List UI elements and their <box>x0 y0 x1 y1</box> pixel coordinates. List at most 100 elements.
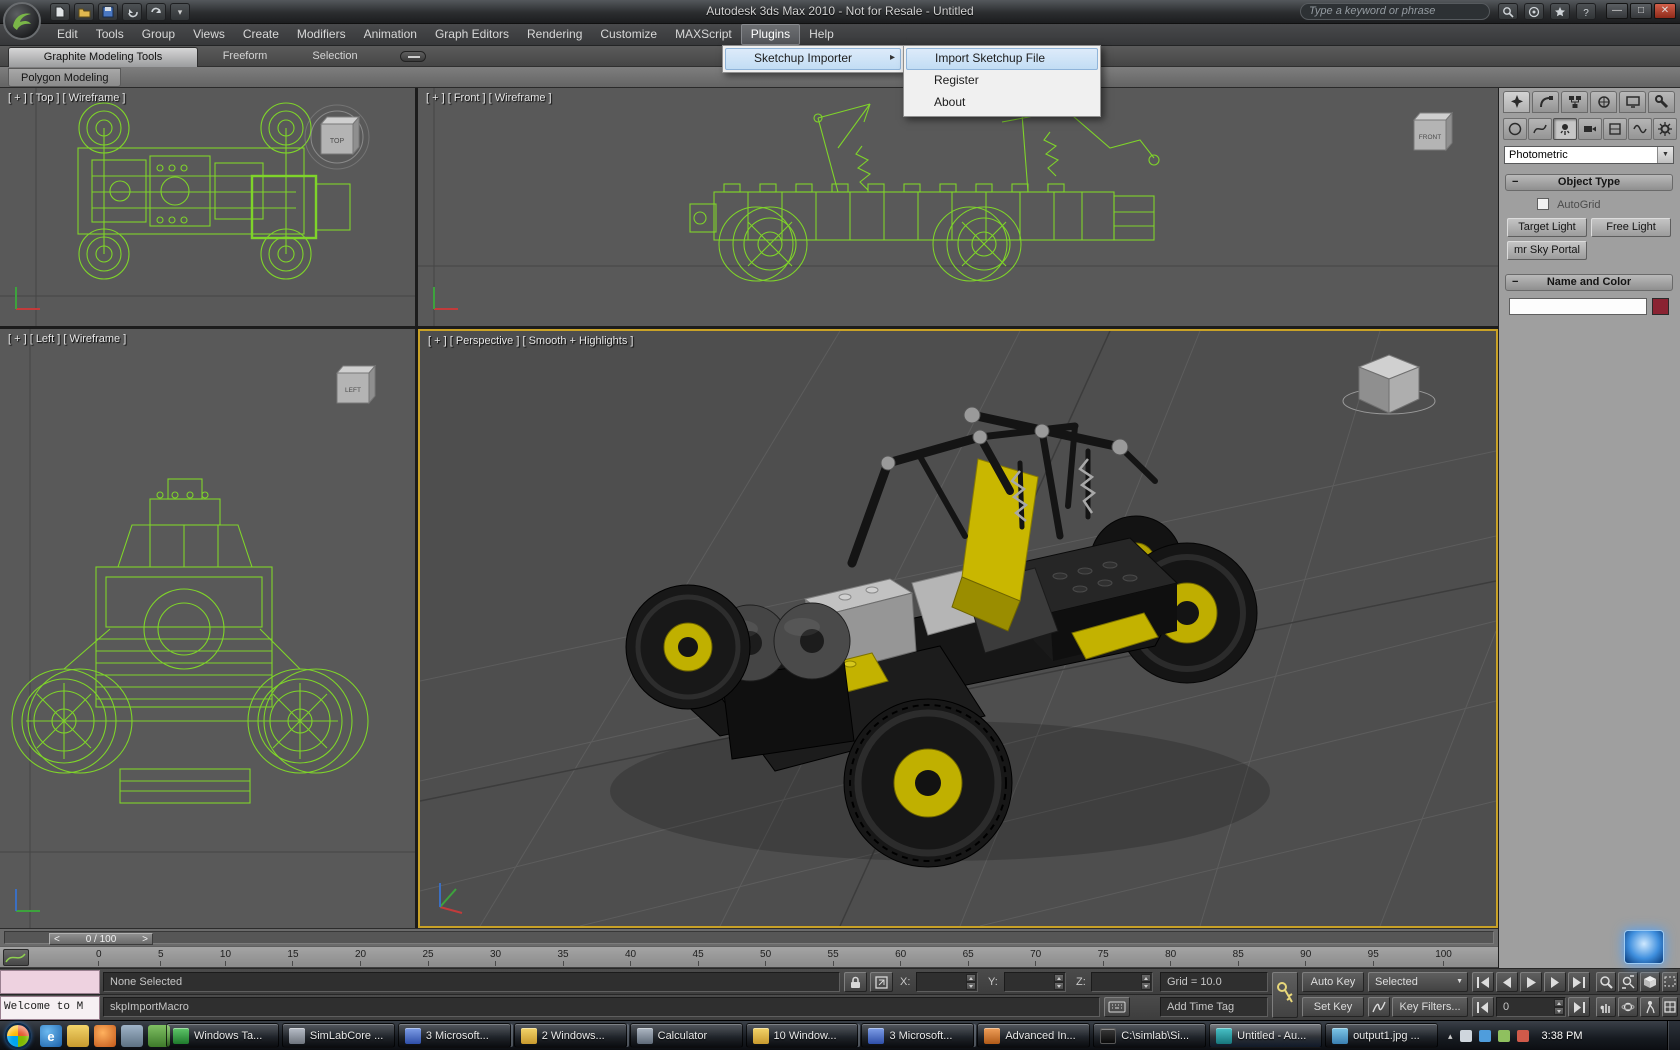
ribbon-tab-freeform[interactable]: Freeform <box>202 47 288 67</box>
taskbar-button-microsoft-group1[interactable]: 3 Microsoft... <box>398 1023 511 1048</box>
menu-item-customize[interactable]: Customize <box>591 24 666 45</box>
checkbox-icon[interactable] <box>1537 198 1549 210</box>
previous-key-button[interactable] <box>1472 997 1494 1017</box>
taskbar-button-taskmgr[interactable]: Windows Ta... <box>166 1023 279 1048</box>
tray-expand-icon[interactable]: ▴ <box>1448 1031 1453 1042</box>
helpers-icon[interactable] <box>1603 118 1627 140</box>
email-icon[interactable] <box>121 1025 143 1047</box>
viewcube-front[interactable]: FRONT <box>1400 104 1464 169</box>
pan-hand-icon[interactable] <box>1596 997 1616 1017</box>
start-button[interactable] <box>5 1023 31 1049</box>
time-slider-track[interactable]: < 0 / 100 > <box>4 931 1494 944</box>
menu-item-maxscript[interactable]: MAXScript <box>666 24 741 45</box>
orbit-icon[interactable] <box>1618 997 1638 1017</box>
shapes-icon[interactable] <box>1528 118 1552 140</box>
default-tangent-icon[interactable] <box>1368 997 1390 1017</box>
cameras-icon[interactable] <box>1578 118 1602 140</box>
z-coordinate-input[interactable] <box>1091 972 1153 992</box>
search-icon[interactable] <box>1498 3 1518 20</box>
go-to-end-button[interactable] <box>1568 972 1590 992</box>
systems-icon[interactable] <box>1653 118 1677 140</box>
play-animation-button[interactable] <box>1520 972 1542 992</box>
light-type-dropdown[interactable]: Photometric ▼ <box>1504 146 1674 164</box>
modify-tab-icon[interactable] <box>1532 91 1559 113</box>
selection-lock-icon[interactable] <box>844 972 867 992</box>
viewcube-top[interactable]: TOP <box>299 102 375 177</box>
taskbar-button-image-viewer[interactable]: output1.jpg ... <box>1325 1023 1438 1048</box>
autogrid-checkbox[interactable]: AutoGrid <box>1537 198 1600 211</box>
tray-app-icon[interactable] <box>1460 1030 1472 1042</box>
rollout-name-and-color[interactable]: − Name and Color <box>1505 274 1673 291</box>
ribbon-panel-polygon-modeling[interactable]: Polygon Modeling <box>8 68 121 87</box>
key-filters-button[interactable]: Key Filters... <box>1392 997 1468 1017</box>
maxscript-mini-listener[interactable]: Welcome to M <box>0 996 100 1020</box>
key-mode-toggle-icon[interactable] <box>1272 972 1298 1018</box>
taskbar-button-3dsmax[interactable]: Untitled - Au... <box>1209 1023 1322 1048</box>
zoom-icon[interactable] <box>1596 972 1616 992</box>
viewport-left-label[interactable]: [ + ] [ Left ] [ Wireframe ] <box>8 333 126 345</box>
spinner-up-icon[interactable] <box>1141 974 1151 982</box>
viewport-top-label[interactable]: [ + ] [ Top ] [ Wireframe ] <box>8 92 125 104</box>
ribbon-minimize-button[interactable] <box>400 51 426 62</box>
taskbar-button-microsoft-group2[interactable]: 3 Microsoft... <box>861 1023 974 1048</box>
key-mode-dropdown[interactable]: Selected ▼ <box>1368 972 1468 992</box>
auto-key-button[interactable]: Auto Key <box>1302 972 1364 992</box>
track-bar[interactable]: 0510 152025 303540 455055 606570 758085 … <box>0 946 1498 968</box>
absolute-mode-icon[interactable] <box>870 972 893 992</box>
current-frame-input[interactable]: 0 <box>1496 997 1566 1017</box>
close-button[interactable]: ✕ <box>1654 3 1676 19</box>
taskbar-button-cmd[interactable]: C:\simlab\Si... <box>1093 1023 1206 1048</box>
viewport-front-label[interactable]: [ + ] [ Front ] [ Wireframe ] <box>426 92 552 104</box>
viewcube-perspective[interactable] <box>1334 341 1444 436</box>
viewport-perspective-label[interactable]: [ + ] [ Perspective ] [ Smooth + Highlig… <box>428 335 633 347</box>
next-key-button[interactable] <box>1568 997 1590 1017</box>
taskbar-button-simlab[interactable]: SimLabCore ... <box>282 1023 395 1048</box>
volume-icon[interactable] <box>1498 1030 1510 1042</box>
taskbar-clock[interactable]: 3:38 PM <box>1536 1030 1583 1042</box>
menu-item-help[interactable]: Help <box>800 24 843 45</box>
spinner-down-icon[interactable] <box>1054 982 1064 990</box>
rollout-object-type[interactable]: − Object Type <box>1505 174 1673 191</box>
zoom-region-icon[interactable] <box>1662 972 1678 992</box>
maximize-button[interactable]: □ <box>1630 3 1652 19</box>
previous-frame-button[interactable] <box>1496 972 1518 992</box>
spinner-up-icon[interactable] <box>1554 999 1564 1007</box>
taskbar-button-windows-group2[interactable]: 10 Window... <box>746 1023 859 1048</box>
spinner-down-icon[interactable] <box>1554 1007 1564 1015</box>
space-warps-icon[interactable] <box>1628 118 1652 140</box>
menu-item-edit[interactable]: Edit <box>48 24 87 45</box>
chevron-down-icon[interactable]: ▼ <box>1657 147 1673 163</box>
free-light-button[interactable]: Free Light <box>1591 218 1671 237</box>
prev-frame-arrow[interactable]: < <box>54 934 60 945</box>
menu-item-import-sketchup-file[interactable]: Import Sketchup File <box>906 48 1098 70</box>
mini-curve-editor-button[interactable] <box>3 949 29 966</box>
taskbar-button-calculator[interactable]: Calculator <box>630 1023 743 1048</box>
time-slider-handle[interactable]: < 0 / 100 > <box>49 933 153 945</box>
object-color-swatch[interactable] <box>1652 298 1669 315</box>
keyboard-shortcut-override-icon[interactable] <box>1104 997 1130 1017</box>
menu-item-tools[interactable]: Tools <box>87 24 133 45</box>
menu-item-plugins[interactable]: Plugins <box>741 24 800 45</box>
create-tab-icon[interactable] <box>1503 91 1530 113</box>
help-icon[interactable]: ? <box>1576 3 1596 20</box>
menu-item-views[interactable]: Views <box>184 24 234 45</box>
menu-item-rendering[interactable]: Rendering <box>518 24 591 45</box>
utilities-tab-icon[interactable] <box>1648 91 1675 113</box>
communication-center-icon[interactable] <box>1524 3 1544 20</box>
viewcube-left[interactable]: LEFT <box>323 357 387 422</box>
object-name-input[interactable] <box>1509 298 1647 315</box>
geometry-icon[interactable] <box>1503 118 1527 140</box>
taskbar-button-installer[interactable]: Advanced In... <box>977 1023 1090 1048</box>
hierarchy-tab-icon[interactable] <box>1561 91 1588 113</box>
menu-item-modifiers[interactable]: Modifiers <box>288 24 355 45</box>
menu-item-about[interactable]: About <box>906 92 1098 114</box>
walk-through-icon[interactable] <box>1640 997 1660 1017</box>
taskbar-button-windows-group[interactable]: 2 Windows... <box>514 1023 627 1048</box>
spinner-up-icon[interactable] <box>1054 974 1064 982</box>
viewport-front[interactable]: [ + ] [ Front ] [ Wireframe ] FRONT <box>418 88 1498 326</box>
internet-explorer-icon[interactable]: e <box>40 1025 62 1047</box>
next-frame-arrow[interactable]: > <box>142 934 148 945</box>
lights-icon[interactable] <box>1553 118 1577 140</box>
viewport-left[interactable]: [ + ] [ Left ] [ Wireframe ] LEFT <box>0 329 415 928</box>
motion-tab-icon[interactable] <box>1590 91 1617 113</box>
